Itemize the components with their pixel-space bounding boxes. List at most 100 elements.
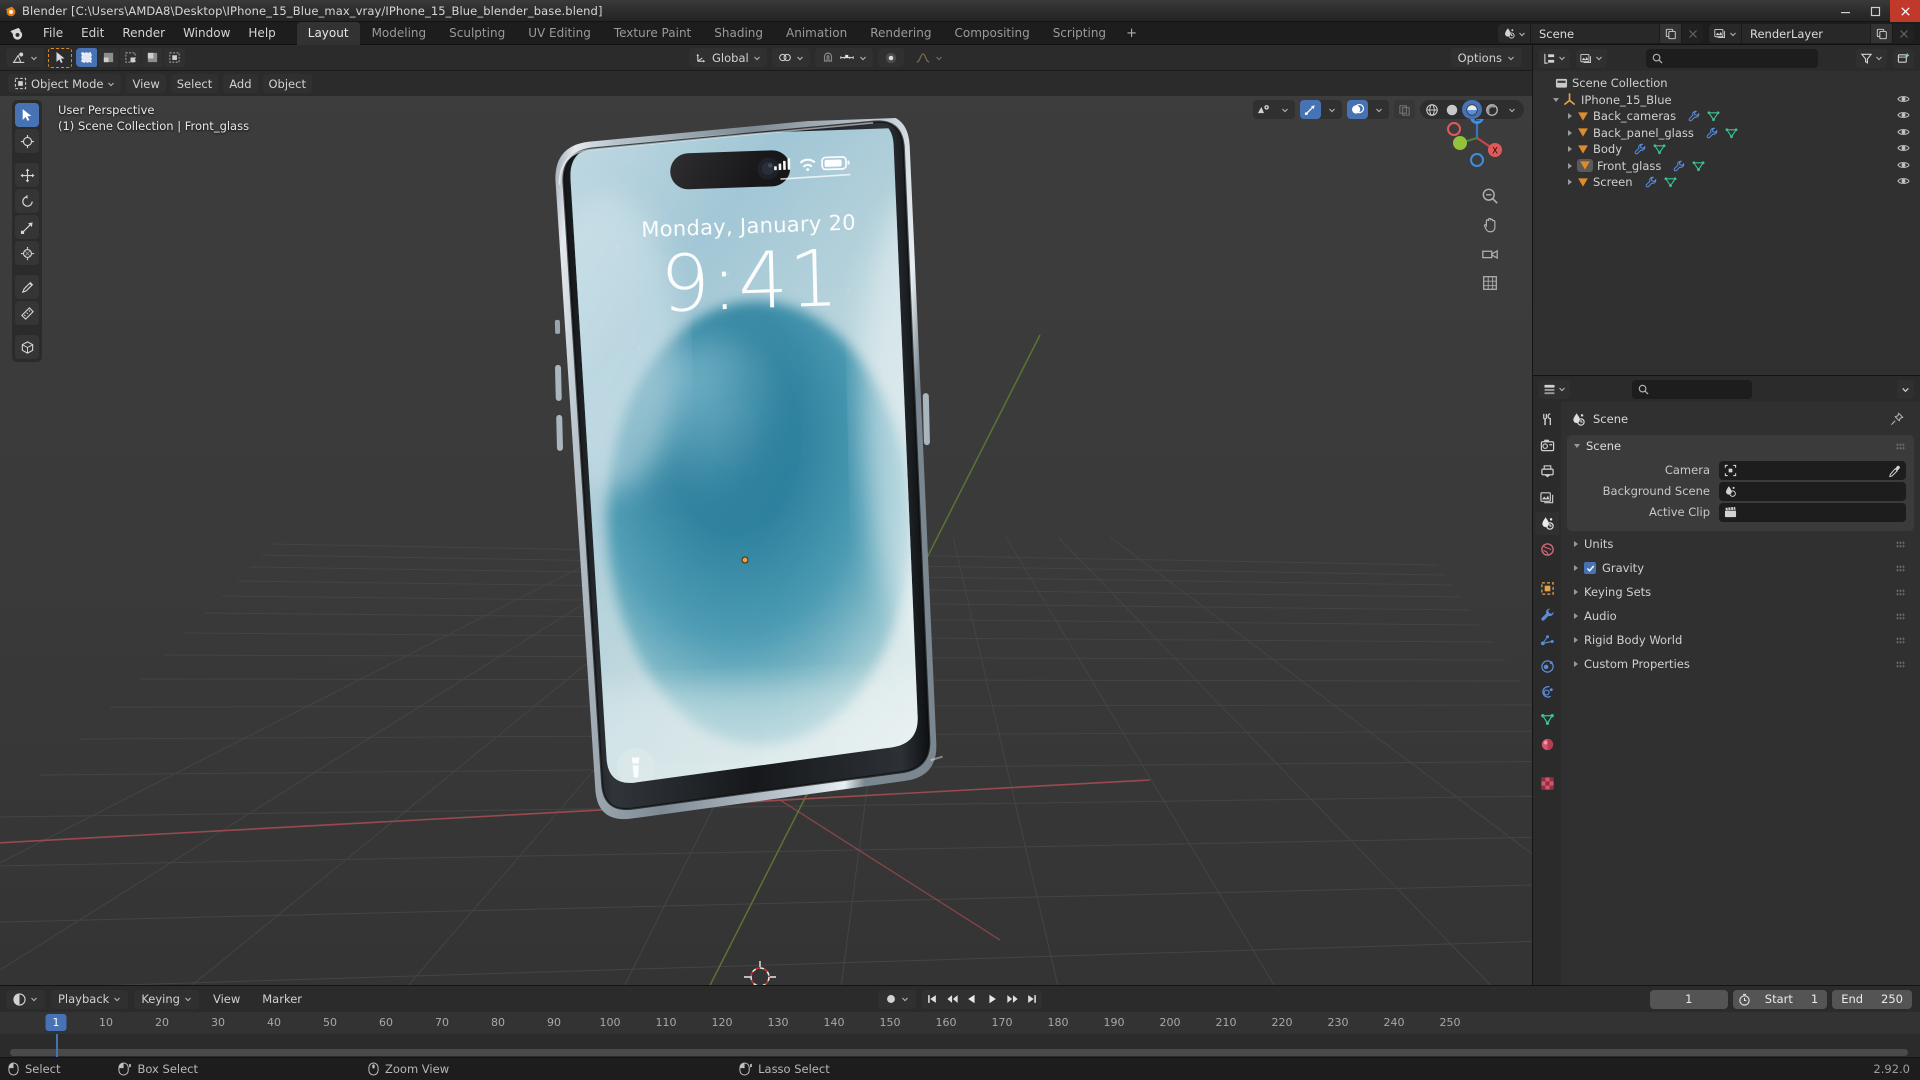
- chevron-down-icon[interactable]: [1502, 100, 1522, 119]
- tab-modeling[interactable]: Modeling: [361, 22, 438, 45]
- current-frame-field[interactable]: 1: [1649, 989, 1728, 1009]
- play-icon[interactable]: [982, 990, 1002, 1009]
- select-lasso-icon[interactable]: [164, 48, 185, 67]
- close-icon[interactable]: [1890, 0, 1920, 22]
- tab-texture-paint[interactable]: Texture Paint: [603, 22, 702, 45]
- show-overlays-icon[interactable]: [1347, 100, 1368, 119]
- outliner-tree[interactable]: Scene Collection IPhone_15_Blue Back_cam…: [1533, 71, 1920, 191]
- tab-uv-editing[interactable]: UV Editing: [517, 22, 602, 45]
- outliner-editor[interactable]: Scene Collection IPhone_15_Blue Back_cam…: [1532, 45, 1920, 375]
- viewport-menu-view[interactable]: View: [126, 74, 166, 93]
- timeline-menu-view[interactable]: View: [205, 992, 248, 1006]
- view-layer-icon[interactable]: [1709, 24, 1742, 43]
- proportional-falloff-dropdown[interactable]: [909, 48, 949, 67]
- frame-end-group[interactable]: End 250: [1832, 989, 1912, 1009]
- frame-range-group[interactable]: Start 1: [1732, 989, 1828, 1009]
- zoom-icon[interactable]: [1479, 185, 1501, 207]
- tool-cursor-icon[interactable]: [15, 129, 39, 153]
- editor-type-3dview-icon[interactable]: [6, 48, 44, 67]
- tool-transform-icon[interactable]: [15, 241, 39, 265]
- tab-tool[interactable]: [1535, 408, 1559, 431]
- timeline-editor-icon[interactable]: [6, 989, 45, 1009]
- tool-add-cube-icon[interactable]: [15, 335, 39, 359]
- keying-sets-panel[interactable]: Keying Sets: [1567, 581, 1914, 603]
- viewport-menu-select[interactable]: Select: [170, 74, 219, 93]
- new-scene-button[interactable]: [1659, 24, 1681, 43]
- menu-window[interactable]: Window: [174, 23, 239, 43]
- menu-file[interactable]: File: [34, 23, 72, 43]
- outliner-row-scene-collection[interactable]: Scene Collection: [1533, 75, 1920, 92]
- timeline-editor[interactable]: Playback Keying View Marker 1 Start 1 En…: [0, 985, 1920, 1058]
- tab-physics[interactable]: [1535, 655, 1559, 678]
- shading-mode-group[interactable]: [1420, 100, 1524, 119]
- play-reverse-icon[interactable]: [962, 990, 982, 1009]
- expand-toggle[interactable]: [1549, 97, 1563, 102]
- new-view-layer-button[interactable]: [1870, 24, 1892, 43]
- next-keyframe-icon[interactable]: [1002, 990, 1022, 1009]
- end-value[interactable]: 250: [1872, 992, 1912, 1006]
- snap-dropdown[interactable]: [814, 48, 873, 67]
- jump-start-icon[interactable]: [922, 990, 942, 1009]
- blender-logo-icon[interactable]: [0, 26, 34, 41]
- shading-rendered-icon[interactable]: [1482, 100, 1502, 119]
- tool-move-icon[interactable]: [15, 163, 39, 187]
- tab-compositing[interactable]: Compositing: [943, 22, 1040, 45]
- auto-keying-toggle[interactable]: [878, 989, 916, 1009]
- viewport-visibility-dropdown[interactable]: [1253, 100, 1295, 119]
- show-gizmo-icon[interactable]: [1300, 100, 1321, 119]
- properties-options-chevron-down-icon[interactable]: [1897, 379, 1914, 399]
- background-scene-row[interactable]: Background Scene: [1567, 481, 1906, 501]
- prev-keyframe-icon[interactable]: [942, 990, 962, 1009]
- properties-editor[interactable]: Scene Scene Camera Background Scene Acti…: [1532, 375, 1920, 985]
- timeline-track-area[interactable]: [0, 1034, 1920, 1058]
- chevron-down-icon[interactable]: [1321, 100, 1342, 119]
- expand-toggle[interactable]: [1563, 179, 1577, 186]
- outliner-row-screen[interactable]: Screen: [1533, 174, 1920, 191]
- tool-scale-icon[interactable]: [15, 215, 39, 239]
- expand-toggle[interactable]: [1563, 129, 1577, 136]
- menu-edit[interactable]: Edit: [72, 23, 113, 43]
- tab-material[interactable]: [1535, 733, 1559, 756]
- panel-expand-triangle[interactable]: [1574, 541, 1578, 547]
- object-mode-dropdown[interactable]: Object Mode: [8, 74, 122, 93]
- visibility-eye-icon[interactable]: [1897, 126, 1910, 141]
- expand-toggle[interactable]: [1563, 162, 1577, 169]
- timeline-menu-playback[interactable]: Playback: [51, 989, 129, 1009]
- object-visibility-icon[interactable]: [1253, 100, 1274, 119]
- new-collection-icon[interactable]: [1893, 48, 1914, 68]
- active-clip-field[interactable]: [1719, 502, 1906, 522]
- scene-panel-header[interactable]: Scene: [1567, 435, 1914, 457]
- tab-texture[interactable]: [1535, 772, 1559, 795]
- units-panel[interactable]: Units: [1567, 533, 1914, 555]
- shading-wireframe-icon[interactable]: [1422, 100, 1442, 119]
- pin-icon[interactable]: [1890, 412, 1904, 429]
- filter-icon[interactable]: [1856, 48, 1887, 68]
- camera-field[interactable]: [1719, 460, 1906, 482]
- timeline-horizontal-scrollbar[interactable]: [10, 1049, 1908, 1056]
- scene-icon[interactable]: [1498, 24, 1531, 43]
- minimize-icon[interactable]: [1830, 0, 1860, 22]
- view-layer-selector[interactable]: RenderLayer: [1709, 24, 1914, 43]
- tool-annotate-icon[interactable]: [15, 275, 39, 299]
- gravity-panel[interactable]: Gravity: [1567, 557, 1914, 579]
- 3d-viewport[interactable]: Monday, January 20 9:41: [0, 45, 1532, 985]
- eyedropper-icon[interactable]: [1888, 463, 1901, 482]
- visibility-eye-icon[interactable]: [1897, 109, 1910, 124]
- properties-search-input[interactable]: [1632, 379, 1752, 399]
- tab-render[interactable]: [1535, 434, 1559, 457]
- panel-expand-triangle[interactable]: [1574, 565, 1578, 571]
- add-workspace-button[interactable]: +: [1118, 22, 1145, 45]
- gizmo-toggle-group[interactable]: [1300, 100, 1342, 119]
- select-mode-group[interactable]: [76, 48, 185, 67]
- timeline-ruler[interactable]: 1 10 20 30 40 50 60 70 80 90 100 110 120…: [0, 1012, 1920, 1034]
- playhead[interactable]: 1: [45, 1014, 67, 1031]
- select-circle-icon[interactable]: [142, 48, 163, 67]
- menu-help[interactable]: Help: [239, 23, 284, 43]
- outliner-row-back-panel-glass[interactable]: Back_panel_glass: [1533, 125, 1920, 142]
- panel-expand-triangle[interactable]: [1574, 637, 1578, 643]
- scene-selector[interactable]: Scene: [1498, 24, 1703, 43]
- panel-expand-triangle[interactable]: [1574, 613, 1578, 619]
- background-scene-field[interactable]: [1719, 481, 1906, 501]
- jump-end-icon[interactable]: [1022, 990, 1042, 1009]
- tool-rotate-icon[interactable]: [15, 189, 39, 213]
